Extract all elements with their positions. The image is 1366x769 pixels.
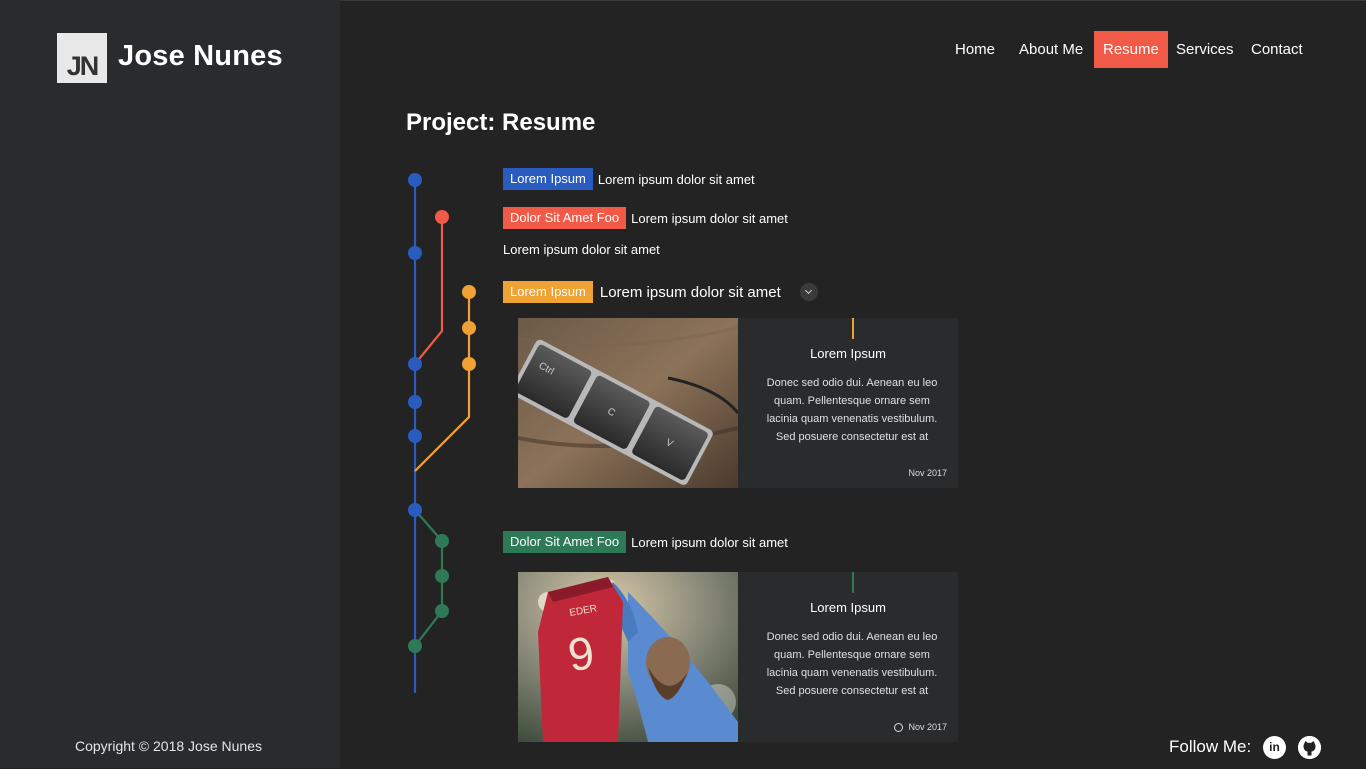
card-date-text: Nov 2017 [908, 468, 947, 478]
timeline-entry[interactable]: Dolor Sit Amet Foo Lorem ipsum dolor sit… [503, 531, 788, 553]
commit-dot [435, 210, 449, 224]
timeline-graph [408, 173, 476, 693]
commit-dot [462, 285, 476, 299]
timeline-entry[interactable]: Lorem Ipsum Lorem ipsum dolor sit amet [503, 168, 755, 190]
site-name[interactable]: Jose Nunes [118, 40, 283, 73]
entry-text: Lorem ipsum dolor sit amet [599, 283, 781, 301]
follow-label: Follow Me: [1169, 737, 1252, 756]
nav-contact[interactable]: Contact [1242, 31, 1312, 68]
copyright: Copyright © 2018 Jose Nunes [75, 738, 262, 754]
project-card[interactable]: Ctrl C V Lorem Ipsum Donec sed odio dui.… [518, 318, 958, 488]
entry-tag[interactable]: Lorem Ipsum [503, 281, 593, 303]
nav-home[interactable]: Home [946, 31, 1004, 68]
commit-dot [435, 569, 449, 583]
commit-dot [462, 357, 476, 371]
main-content: Home About Me Resume Services Contact Pr… [340, 0, 1366, 768]
commit-dot [408, 639, 422, 653]
sidebar: JN Jose Nunes Copyright © 2018 Jose Nune… [0, 0, 340, 768]
card-stem [852, 318, 854, 339]
commit-dot [408, 246, 422, 260]
logo-initials: JN [66, 51, 99, 81]
card-body: Lorem Ipsum Donec sed odio dui. Aenean e… [738, 318, 958, 488]
card-stem [852, 572, 854, 593]
nav-services[interactable]: Services [1167, 31, 1243, 68]
entry-tag[interactable]: Lorem Ipsum [503, 168, 593, 190]
card-date-text: Nov 2017 [908, 722, 947, 732]
commit-dot [435, 534, 449, 548]
commit-dot [462, 321, 476, 335]
timeline-entry[interactable]: Lorem Ipsum Lorem ipsum dolor sit amet [503, 281, 818, 303]
commit-dot [408, 429, 422, 443]
project-card[interactable]: EDER 9 Lorem Ipsum Donec sed odio dui. A… [518, 572, 958, 742]
entry-text: Lorem ipsum dolor sit amet [631, 210, 788, 226]
card-description: Donec sed odio dui. Aenean eu leo quam. … [766, 631, 938, 697]
logo[interactable]: JN [57, 33, 107, 83]
nav-about-me[interactable]: About Me [1010, 31, 1092, 68]
card-title: Lorem Ipsum [810, 600, 886, 615]
commit-dot [408, 357, 422, 371]
card-date: Nov 2017 [894, 722, 947, 732]
commit-dot [408, 503, 422, 517]
timeline-entry[interactable]: Dolor Sit Amet Foo Lorem ipsum dolor sit… [503, 207, 788, 229]
clock-icon [894, 722, 904, 732]
entry-tag[interactable]: Dolor Sit Amet Foo [503, 207, 627, 229]
nav-resume[interactable]: Resume [1094, 31, 1168, 68]
commit-dot [435, 604, 449, 618]
card-body: Lorem Ipsum Donec sed odio dui. Aenean e… [738, 572, 958, 742]
entry-text: Lorem ipsum dolor sit amet [597, 171, 755, 187]
commit-dot [408, 173, 422, 187]
entry-text: Lorem ipsum dolor sit amet [631, 534, 788, 550]
football-player-jersey-image: EDER 9 [518, 572, 738, 742]
entry-text: Lorem ipsum dolor sit amet [503, 242, 660, 257]
commit-dot [408, 395, 422, 409]
card-description: Donec sed odio dui. Aenean eu leo quam. … [766, 377, 938, 443]
card-date: Nov 2017 [908, 468, 947, 478]
timeline-entry[interactable]: Lorem ipsum dolor sit amet [503, 242, 660, 257]
github-icon[interactable] [1298, 736, 1321, 759]
linkedin-icon[interactable]: in [1263, 736, 1286, 759]
entry-tag[interactable]: Dolor Sit Amet Foo [503, 531, 627, 553]
card-title: Lorem Ipsum [810, 346, 886, 361]
keyboard-keys-image: Ctrl C V [518, 318, 738, 488]
chevron-down-icon[interactable] [799, 283, 818, 301]
